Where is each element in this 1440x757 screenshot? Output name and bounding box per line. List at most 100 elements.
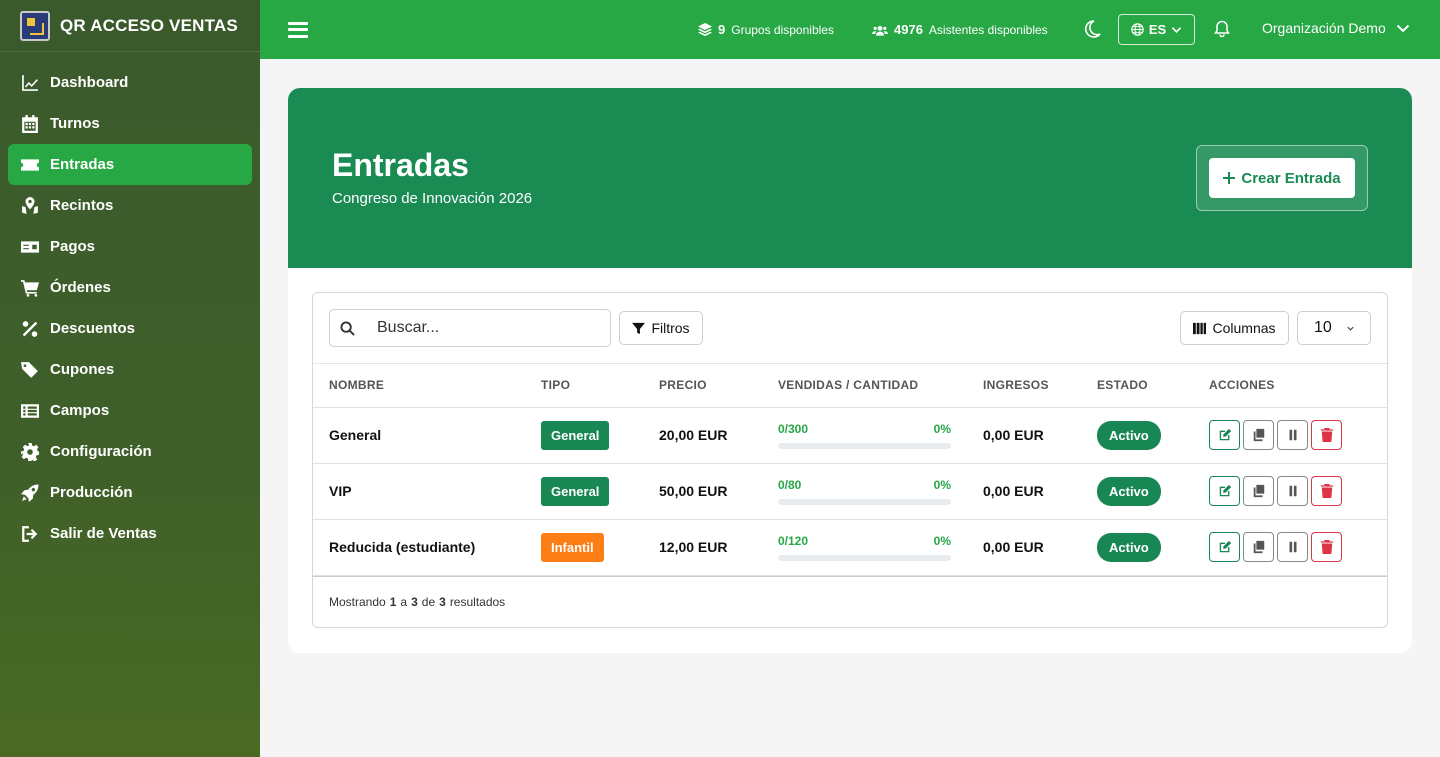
delete-button[interactable] bbox=[1311, 476, 1342, 506]
column-header-precio[interactable]: PRECIO bbox=[659, 364, 778, 408]
sidebar-item-label: Campos bbox=[50, 402, 110, 419]
column-header-estado[interactable]: ESTADO bbox=[1097, 364, 1209, 408]
pause-button[interactable] bbox=[1277, 420, 1308, 450]
pause-button[interactable] bbox=[1277, 476, 1308, 506]
sidebar-item-descuentos[interactable]: Descuentos bbox=[8, 308, 252, 349]
search-box bbox=[329, 309, 611, 347]
create-ticket-label: Crear Entrada bbox=[1241, 169, 1341, 187]
calendar-icon bbox=[20, 114, 40, 134]
plus-icon bbox=[1223, 172, 1236, 184]
sold-percent: 0% bbox=[933, 477, 951, 492]
pause-button[interactable] bbox=[1277, 532, 1308, 562]
type-cell: General bbox=[541, 407, 659, 464]
language-selector[interactable]: ES bbox=[1118, 14, 1195, 45]
actions-cell bbox=[1209, 407, 1387, 464]
rocket-icon bbox=[20, 483, 40, 503]
copy-icon bbox=[1253, 540, 1264, 554]
sidebar-item-label: Pagos bbox=[50, 238, 96, 255]
sidebar-item-pagos[interactable]: Pagos bbox=[8, 226, 252, 267]
column-header-ingresos[interactable]: INGRESOS bbox=[983, 364, 1097, 408]
sidebar-item-produccion[interactable]: Producción bbox=[8, 472, 252, 513]
duplicate-button[interactable] bbox=[1243, 476, 1274, 506]
columns-label: Columnas bbox=[1212, 320, 1276, 336]
trash-icon bbox=[1320, 540, 1333, 554]
tickets-table-card: Filtros Columnas 10 NOMBRE TIPO PRECIO V… bbox=[312, 292, 1388, 628]
sidebar-item-recintos[interactable]: Recintos bbox=[8, 185, 252, 226]
column-header-tipo[interactable]: TIPO bbox=[541, 364, 659, 408]
list-icon bbox=[20, 401, 40, 421]
type-badge: General bbox=[541, 476, 610, 506]
edit-button[interactable] bbox=[1209, 532, 1240, 562]
groups-label: Grupos disponibles bbox=[731, 22, 834, 37]
ticket-price: 20,00 EUR bbox=[659, 407, 778, 464]
delete-button[interactable] bbox=[1311, 532, 1342, 562]
map-pin-icon bbox=[20, 196, 40, 216]
column-header-vendidas[interactable]: VENDIDAS / CANTIDAD bbox=[778, 364, 983, 408]
column-header-nombre[interactable]: NOMBRE bbox=[313, 364, 541, 408]
sidebar-item-configuracion[interactable]: Configuración bbox=[8, 431, 252, 472]
status-badge: Activo bbox=[1097, 532, 1161, 562]
sidebar-item-label: Configuración bbox=[50, 443, 152, 460]
moon-icon[interactable] bbox=[1082, 19, 1102, 39]
edit-button[interactable] bbox=[1209, 420, 1240, 450]
bell-icon[interactable] bbox=[1212, 19, 1232, 39]
ticket-name: VIP bbox=[313, 463, 541, 520]
sign-out-icon bbox=[20, 524, 40, 544]
sidebar-item-label: Producción bbox=[50, 484, 133, 501]
sales-cell: 0/300 0% bbox=[778, 407, 983, 464]
table-row: VIP General 50,00 EUR 0/80 0% 0,00 EUR Ac… bbox=[313, 463, 1387, 520]
filters-label: Filtros bbox=[651, 320, 690, 336]
sidebar-item-salir-de-ventas[interactable]: Salir de Ventas bbox=[8, 513, 252, 554]
filter-icon bbox=[632, 322, 646, 334]
sales-progress: 0/300 0% bbox=[778, 422, 951, 449]
create-ticket-button[interactable]: Crear Entrada bbox=[1209, 158, 1355, 198]
summary-to-word: a bbox=[400, 595, 408, 609]
sold-percent: 0% bbox=[933, 421, 951, 436]
duplicate-button[interactable] bbox=[1243, 532, 1274, 562]
edit-icon bbox=[1219, 428, 1231, 441]
language-code: ES bbox=[1148, 22, 1167, 37]
sidebar-item-campos[interactable]: Campos bbox=[8, 390, 252, 431]
sidebar-item-cupones[interactable]: Cupones bbox=[8, 349, 252, 390]
type-cell: General bbox=[541, 463, 659, 520]
pause-icon bbox=[1289, 485, 1296, 497]
sidebar-item-label: Cupones bbox=[50, 361, 115, 378]
columns-button[interactable]: Columnas bbox=[1180, 311, 1289, 345]
duplicate-button[interactable] bbox=[1243, 420, 1274, 450]
sidebar-item-label: Recintos bbox=[50, 197, 114, 214]
per-page-select[interactable]: 10 bbox=[1297, 311, 1371, 345]
edit-button[interactable] bbox=[1209, 476, 1240, 506]
ticket-icon bbox=[20, 155, 40, 175]
organization-menu[interactable]: Organización Demo bbox=[1262, 20, 1410, 36]
sidebar-item-label: Entradas bbox=[50, 156, 115, 173]
summary-total: 3 bbox=[439, 595, 446, 609]
status-cell: Activo bbox=[1097, 519, 1209, 576]
sidebar-item-turnos[interactable]: Turnos bbox=[8, 103, 252, 144]
sidebar-item-dashboard[interactable]: Dashboard bbox=[8, 62, 252, 103]
filters-button[interactable]: Filtros bbox=[619, 311, 703, 345]
sidebar-item-label: Dashboard bbox=[50, 74, 129, 91]
percent-icon bbox=[20, 319, 40, 339]
users-icon bbox=[872, 25, 888, 36]
search-input[interactable] bbox=[377, 319, 597, 337]
sold-percent: 0% bbox=[933, 533, 951, 548]
summary-to: 3 bbox=[411, 595, 418, 609]
table-row: General General 20,00 EUR 0/300 0% 0,00 E… bbox=[313, 407, 1387, 464]
pause-icon bbox=[1289, 429, 1296, 441]
menu-toggle-icon[interactable] bbox=[288, 21, 308, 38]
qr-logo-icon bbox=[20, 10, 50, 41]
brand[interactable]: QR ACCESO VENTAS bbox=[0, 0, 260, 52]
sidebar-item-ordenes[interactable]: Órdenes bbox=[8, 267, 252, 308]
ticket-price: 12,00 EUR bbox=[659, 519, 778, 576]
table-toolbar: Filtros Columnas 10 bbox=[313, 293, 1387, 364]
sidebar-item-entradas[interactable]: Entradas bbox=[8, 144, 252, 185]
chevron-down-icon bbox=[1347, 326, 1354, 331]
sales-cell: 0/80 0% bbox=[778, 463, 983, 520]
organization-name: Organización Demo bbox=[1262, 20, 1386, 36]
summary-suffix: resultados bbox=[449, 595, 506, 609]
delete-button[interactable] bbox=[1311, 420, 1342, 450]
row-actions bbox=[1209, 476, 1387, 506]
create-button-wrapper: Crear Entrada bbox=[1196, 145, 1368, 211]
table-row: Reducida (estudiante) Infantil 12,00 EUR… bbox=[313, 519, 1387, 576]
ticket-income: 0,00 EUR bbox=[983, 407, 1097, 464]
